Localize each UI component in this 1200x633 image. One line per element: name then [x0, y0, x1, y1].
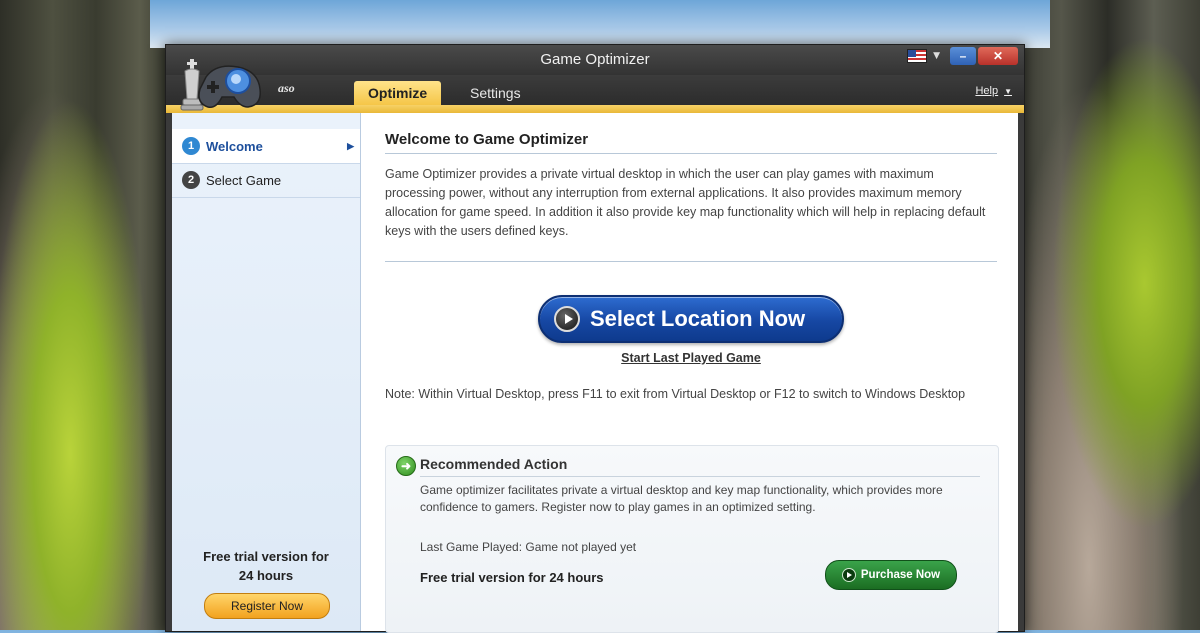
- main-body: 1 Welcome ▶ 2 Select Game Free trial ver…: [172, 113, 1018, 633]
- virtual-desktop-note: Note: Within Virtual Desktop, press F11 …: [385, 387, 966, 401]
- chevron-down-icon: ▼: [1004, 87, 1012, 96]
- sidebar: 1 Welcome ▶ 2 Select Game Free trial ver…: [172, 113, 361, 631]
- purchase-now-button[interactable]: Purchase Now: [825, 560, 957, 590]
- sidebar-trial-notice: Free trial version for 24 hours: [172, 547, 360, 585]
- page-title: Welcome to Game Optimizer: [385, 131, 589, 148]
- sidebar-item-welcome[interactable]: 1 Welcome ▶: [172, 129, 360, 164]
- window-controls: ▼ – ✕: [907, 47, 1018, 65]
- purchase-label: Purchase Now: [860, 569, 941, 581]
- divider: [385, 153, 997, 154]
- content-panel: Welcome to Game Optimizer Game Optimizer…: [385, 113, 999, 633]
- register-now-button[interactable]: Register Now: [204, 593, 330, 619]
- language-dropdown-icon[interactable]: ▼: [933, 51, 940, 61]
- help-menu[interactable]: Help ▼: [975, 85, 1012, 97]
- start-last-played-link[interactable]: Start Last Played Game: [385, 351, 997, 365]
- trial-line-1: Free trial version for: [203, 549, 329, 564]
- arrow-right-icon: ➜: [396, 456, 416, 476]
- recommended-title: Recommended Action: [420, 456, 568, 472]
- select-location-button[interactable]: Select Location Now: [538, 295, 844, 343]
- sidebar-item-label: Welcome: [206, 138, 263, 154]
- window-title: Game Optimizer: [540, 51, 650, 68]
- recommended-description: Game optimizer facilitates private a vir…: [420, 483, 943, 514]
- desktop-wallpaper-right: [1015, 0, 1200, 630]
- tab-settings[interactable]: Settings: [456, 81, 535, 105]
- last-game-played: Last Game Played: Game not played yet: [420, 540, 637, 554]
- recommended-action-panel: ➜ Recommended Action Game optimizer faci…: [385, 445, 999, 633]
- play-icon: [554, 306, 580, 332]
- trial-notice: Free trial version for 24 hours: [420, 570, 604, 585]
- tab-underline-strip: [166, 105, 1024, 113]
- step-number-badge: 1: [182, 137, 200, 155]
- nav-bar: [166, 75, 1024, 105]
- language-flag-icon[interactable]: [907, 49, 928, 63]
- tab-optimize[interactable]: Optimize: [354, 81, 442, 105]
- sidebar-item-label: Select Game: [206, 172, 282, 188]
- help-label[interactable]: Help: [975, 85, 998, 97]
- app-window: Game Optimizer ▼ – ✕ aso Optimize Settin…: [165, 44, 1025, 633]
- desktop-wallpaper-sky: [150, 0, 1050, 48]
- chevron-right-icon: ▶: [347, 140, 354, 151]
- title-bar: Game Optimizer ▼ – ✕: [166, 45, 1024, 75]
- divider: [420, 476, 980, 477]
- close-button[interactable]: ✕: [978, 47, 1018, 65]
- minimize-button[interactable]: –: [950, 47, 976, 65]
- brand-label: aso: [278, 81, 295, 95]
- app-logo-icon: [180, 59, 261, 111]
- sidebar-item-select-game[interactable]: 2 Select Game: [172, 163, 360, 198]
- desktop-wallpaper-left: [0, 0, 175, 630]
- step-number-badge: 2: [182, 171, 200, 189]
- divider: [385, 261, 997, 262]
- intro-description: Game Optimizer provides a private virtua…: [385, 167, 986, 238]
- play-icon: [841, 568, 856, 582]
- select-location-label: Select Location Now: [590, 306, 806, 331]
- trial-line-2: 24 hours: [238, 568, 294, 583]
